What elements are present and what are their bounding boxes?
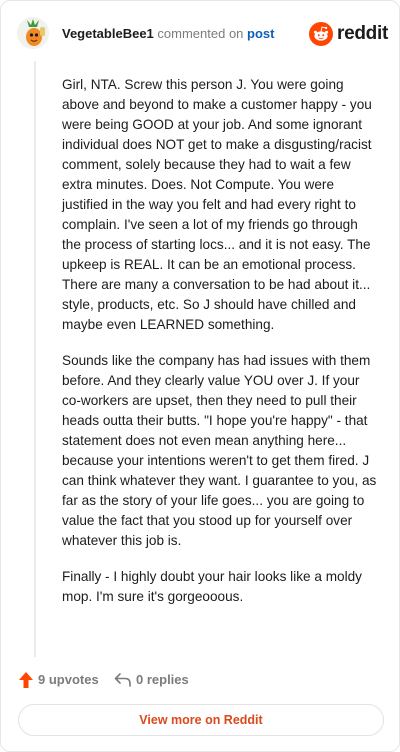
comment-header: VegetableBee1 commented on post reddit — [17, 17, 388, 51]
comment-card: VegetableBee1 commented on post reddit G… — [0, 0, 400, 752]
thread-line — [34, 61, 36, 657]
post-link[interactable]: post — [247, 26, 274, 41]
avatar-icon[interactable] — [17, 17, 49, 49]
reddit-logo-icon — [309, 22, 333, 46]
comment-body: Girl, NTA. Screw this person J. You were… — [62, 75, 380, 623]
upvote-arrow-icon — [19, 672, 33, 688]
reply-arrow-icon — [114, 673, 131, 687]
brand-wordmark: reddit — [337, 23, 388, 44]
username[interactable]: VegetableBee1 — [62, 26, 154, 41]
upvote-count: 9 upvotes — [38, 672, 99, 687]
reply-count: 0 replies — [136, 672, 189, 687]
comment-footer: 9 upvotes 0 replies — [18, 669, 382, 691]
reddit-brand[interactable]: reddit — [309, 22, 388, 46]
view-more-button[interactable]: View more on Reddit — [18, 704, 384, 736]
comment-meta: VegetableBee1 commented on post — [62, 26, 274, 42]
comment-paragraph: Finally - I highly doubt your hair looks… — [62, 569, 362, 604]
comment-paragraph: Sounds like the company has had issues w… — [62, 353, 377, 548]
action-text: commented on — [157, 26, 244, 41]
comment-paragraph: Girl, NTA. Screw this person J. You were… — [62, 77, 372, 332]
